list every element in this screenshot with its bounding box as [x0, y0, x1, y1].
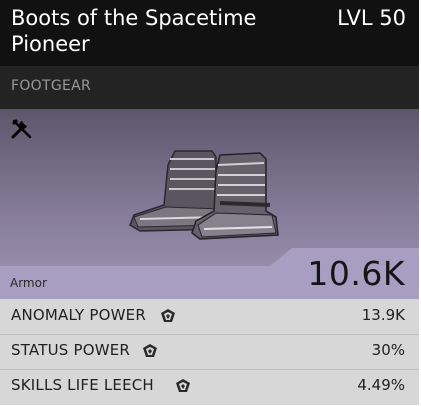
- stat-value: 13.9K: [361, 306, 405, 324]
- item-tooltip: Boots of the Spacetime Pioneer LVL 50 FO…: [0, 0, 421, 406]
- stat-value: 30%: [371, 341, 405, 359]
- anomaly-gem-icon: [176, 379, 190, 392]
- armor-label: Armor: [10, 276, 47, 290]
- category-bar: FOOTGEAR: [0, 66, 419, 109]
- armor-band: Armor 10.6K: [0, 248, 419, 299]
- anomaly-gem-icon: [161, 309, 175, 322]
- item-header: Boots of the Spacetime Pioneer LVL 50: [0, 0, 419, 66]
- stat-row-status-power: STATUS POWER 30%: [0, 334, 419, 370]
- stat-name: SKILLS LIFE LEECH: [11, 376, 154, 394]
- item-name-line-2: Pioneer: [11, 32, 90, 56]
- item-name-line-1: Boots of the Spacetime: [11, 6, 257, 30]
- stats-list: ANOMALY POWER 13.9K STATUS POWER 30% SKI…: [0, 299, 419, 405]
- stat-name: ANOMALY POWER: [11, 306, 146, 324]
- boots-icon: [129, 150, 279, 240]
- item-category: FOOTGEAR: [11, 78, 92, 94]
- armor-value: 10.6K: [307, 254, 405, 293]
- stat-name: STATUS POWER: [11, 341, 131, 359]
- item-name: Boots of the Spacetime Pioneer: [11, 5, 311, 57]
- item-level: LVL 50: [337, 6, 406, 30]
- anomaly-gem-icon: [143, 344, 157, 357]
- tools-icon[interactable]: [10, 117, 34, 141]
- stat-row-anomaly-power: ANOMALY POWER 13.9K: [0, 299, 419, 335]
- stat-row-skills-life-leech: SKILLS LIFE LEECH 4.49%: [0, 369, 419, 404]
- stat-value: 4.49%: [357, 376, 405, 394]
